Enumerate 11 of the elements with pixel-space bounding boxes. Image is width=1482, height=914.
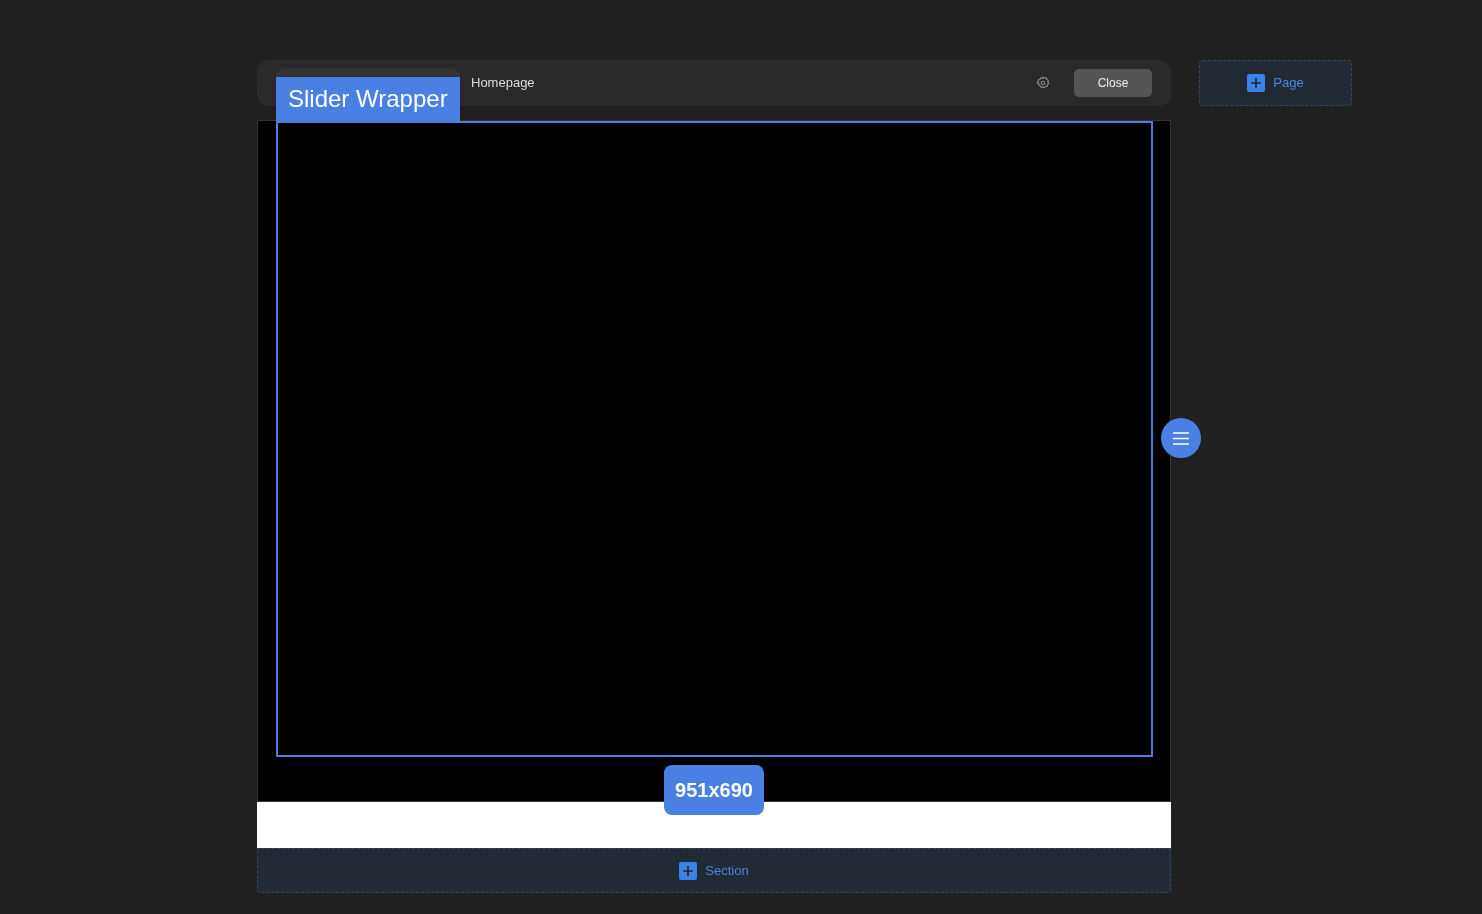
- breadcrumb[interactable]: Homepage: [471, 73, 535, 93]
- plus-icon: [679, 861, 698, 880]
- close-button[interactable]: Close: [1074, 69, 1152, 97]
- selection-label: Slider Wrapper: [276, 77, 460, 121]
- plus-icon: [1247, 74, 1266, 92]
- menu-icon: [1173, 431, 1189, 445]
- add-page-button[interactable]: Page: [1199, 60, 1352, 106]
- menu-handle[interactable]: [1161, 418, 1201, 458]
- settings-icon[interactable]: [1036, 76, 1050, 90]
- size-badge: 951x690: [664, 765, 764, 815]
- add-section-button[interactable]: Section: [257, 848, 1171, 893]
